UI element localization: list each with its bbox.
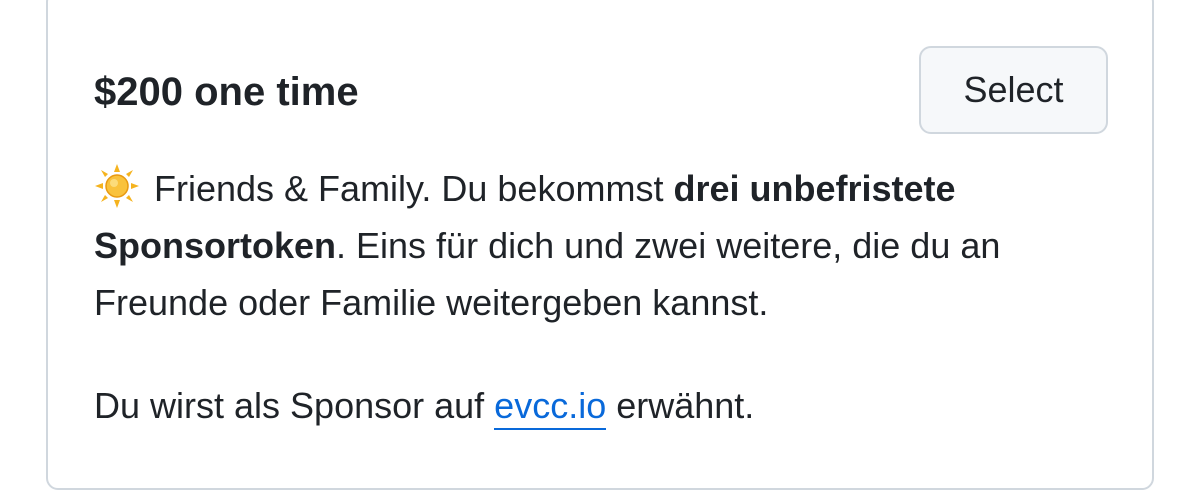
description-intro: Friends & Family. Du bekommst — [154, 168, 674, 209]
evcc-link[interactable]: evcc.io — [494, 385, 607, 430]
select-button[interactable]: Select — [919, 46, 1108, 134]
sun-emoji-icon — [95, 164, 139, 208]
sponsor-mention: Du wirst als Sponsor auf evcc.io erwähnt… — [94, 377, 754, 434]
mention-after: erwähnt. — [606, 385, 755, 426]
tier-price-title: $200 one time — [94, 70, 359, 114]
mention-before: Du wirst als Sponsor auf — [94, 385, 495, 426]
tier-description: Friends & Family. Du bekommst drei unbef… — [94, 160, 1124, 331]
